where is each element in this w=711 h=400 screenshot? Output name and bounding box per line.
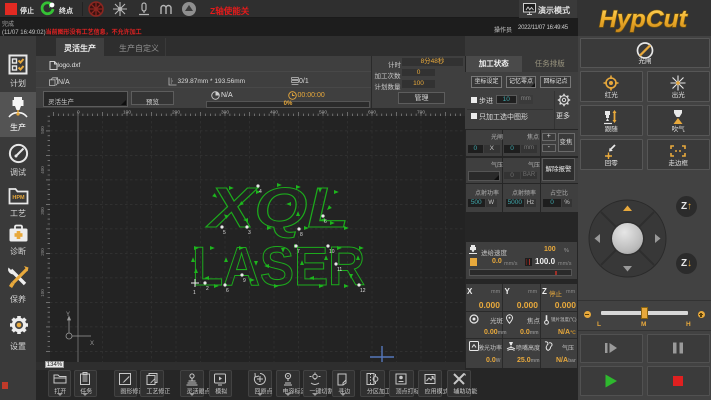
svg-text:LASER: LASER [192,235,365,297]
svg-text:400: 400 [40,166,45,174]
svg-text:5: 5 [223,230,226,236]
svg-text:300: 300 [40,207,45,215]
svg-text:400: 400 [270,109,278,115]
svg-text:200: 200 [40,248,45,256]
svg-text:11: 11 [337,267,342,273]
svg-text:8: 8 [300,232,303,238]
svg-text:100: 100 [123,109,131,115]
svg-text:X: X [90,341,94,347]
svg-text:500: 500 [319,109,327,115]
svg-text:7: 7 [297,249,300,255]
svg-text:600: 600 [368,109,376,115]
svg-text:100: 100 [40,289,45,297]
svg-text:700: 700 [417,109,425,115]
svg-text:0: 0 [77,109,80,115]
svg-text:12: 12 [360,288,366,294]
svg-text:4: 4 [259,189,262,195]
svg-text:3: 3 [248,230,251,236]
svg-text:6: 6 [324,219,327,225]
svg-text:200: 200 [172,109,180,115]
svg-text:10: 10 [329,249,335,255]
svg-text:9: 9 [243,278,246,284]
svg-text:HypCut: HypCut [599,6,688,33]
svg-text:Y: Y [66,312,70,318]
svg-text:500: 500 [40,126,45,134]
svg-text:6: 6 [226,288,229,294]
svg-text:HPM: HPM [12,195,25,201]
svg-text:300: 300 [221,109,229,115]
svg-text:2: 2 [206,286,209,292]
svg-text:1: 1 [193,290,196,296]
